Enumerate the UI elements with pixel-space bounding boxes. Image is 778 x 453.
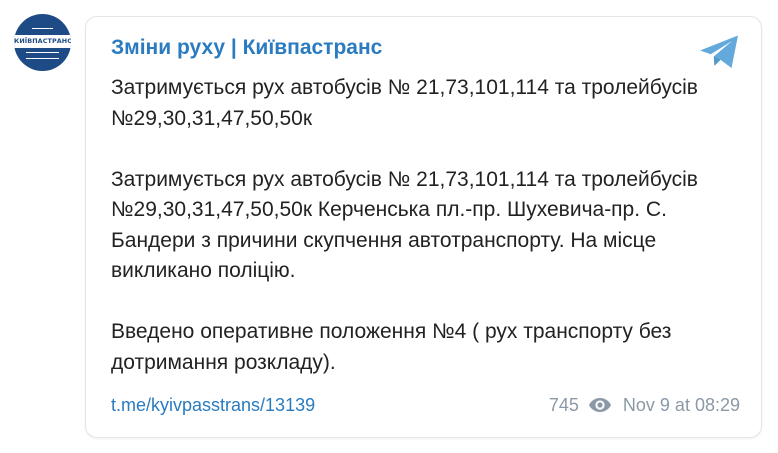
telegram-post-embed: КИЇВПАСТРАНС Зміни руху | Київпастранс З… [0,0,778,453]
message-paragraph-3: Введено оперативне положення №4 ( рух тр… [111,320,672,374]
avatar-stripe-bottom [26,52,59,59]
post-date[interactable]: Nov 9 at 08:29 [623,392,740,418]
channel-avatar[interactable]: КИЇВПАСТРАНС [14,14,71,71]
avatar-stripe-top [32,28,53,32]
avatar-logo-text: КИЇВПАСТРАНС [14,37,71,45]
views-count: 745 [548,395,579,415]
message-paragraph-2: Затримується рух автобусів № 21,73,101,1… [111,167,698,283]
post-link[interactable]: t.me/kyivpasstrans/13139 [111,392,315,418]
eye-icon [588,398,611,412]
telegram-plane-icon[interactable] [698,33,742,71]
message-paragraph-1: Затримується рух автобусів № 21,73,101,1… [111,76,698,130]
post-meta: 745 Nov 9 at 08:29 [549,392,740,418]
channel-name-link[interactable]: Зміни руху | Київпастранс [111,34,382,62]
message-text: Затримується рух автобусів № 21,73,101,1… [111,73,731,378]
